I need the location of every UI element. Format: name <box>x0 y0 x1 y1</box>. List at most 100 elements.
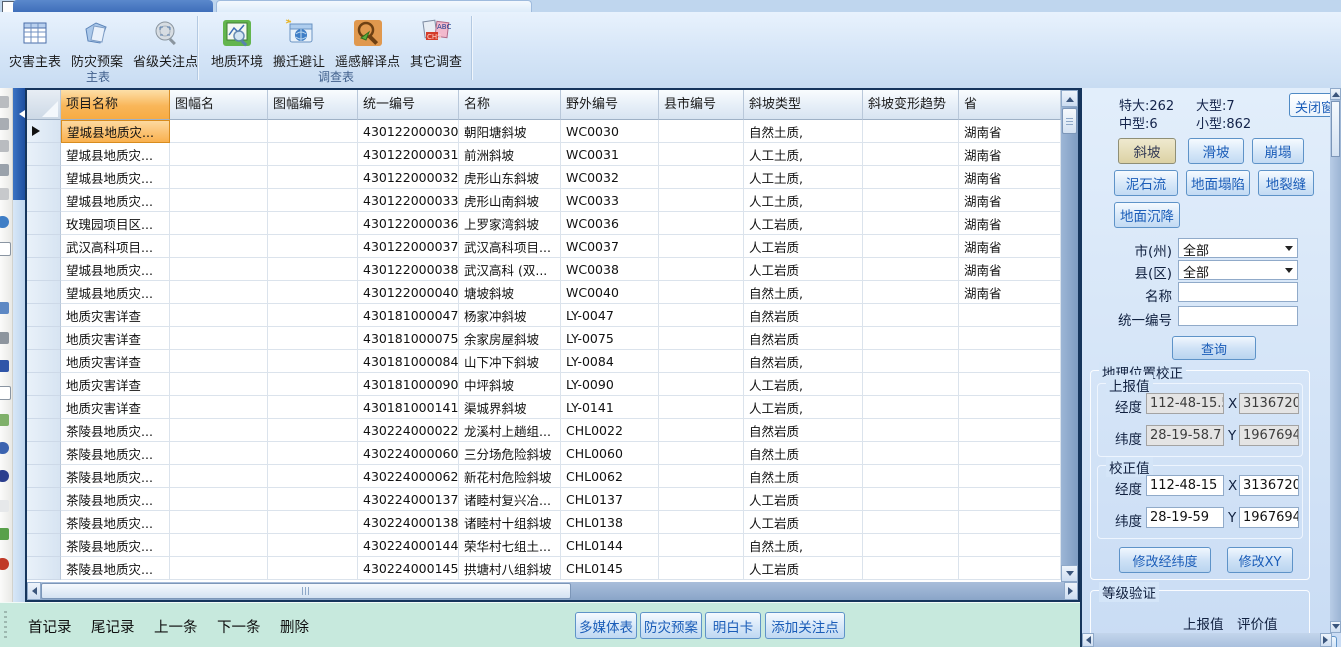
table-cell[interactable]: LY-0075 <box>561 327 659 350</box>
table-cell[interactable]: WC0033 <box>561 189 659 212</box>
scroll-down-button[interactable] <box>1061 565 1078 582</box>
table-cell[interactable]: 渠城界斜坡 <box>459 396 561 419</box>
disaster-main-table-button[interactable]: 灾害主表 <box>4 16 66 71</box>
table-cell[interactable]: 塘坡斜坡 <box>459 281 561 304</box>
row-selector[interactable] <box>27 258 61 281</box>
table-cell[interactable]: 430122000030 <box>358 120 459 143</box>
table-cell[interactable] <box>170 166 268 189</box>
column-header[interactable]: 野外编号 <box>561 90 659 120</box>
row-selector[interactable] <box>27 281 61 304</box>
table-row[interactable]: 望城县地质灾...430122000040塘坡斜坡WC0040自然土质,湖南省 <box>27 281 1061 304</box>
table-cell[interactable]: CHL0062 <box>561 465 659 488</box>
left-toolbar-list-icon[interactable] <box>0 360 9 372</box>
table-cell[interactable] <box>170 442 268 465</box>
table-cell[interactable] <box>268 419 358 442</box>
table-cell[interactable] <box>170 327 268 350</box>
table-row[interactable]: 地质灾害详查430181000141渠城界斜坡LY-0141人工岩质, <box>27 396 1061 419</box>
table-cell[interactable] <box>959 350 1061 373</box>
table-cell[interactable] <box>959 511 1061 534</box>
table-cell[interactable]: 朝阳塘斜坡 <box>459 120 561 143</box>
disaster-type-button[interactable]: 地裂缝 <box>1258 170 1314 196</box>
table-cell[interactable]: 湖南省 <box>959 143 1061 166</box>
table-cell[interactable]: 湖南省 <box>959 189 1061 212</box>
table-cell[interactable]: WC0036 <box>561 212 659 235</box>
table-cell[interactable]: WC0037 <box>561 235 659 258</box>
table-cell[interactable]: 虎形山东斜坡 <box>459 166 561 189</box>
table-cell[interactable] <box>863 212 959 235</box>
collapsed-panel-bar[interactable] <box>13 88 25 200</box>
left-toolbar-page-icon[interactable] <box>0 386 11 400</box>
column-header[interactable]: 项目名称 <box>61 90 170 120</box>
table-cell[interactable] <box>863 373 959 396</box>
table-cell[interactable]: CHL0137 <box>561 488 659 511</box>
table-cell[interactable]: LY-0047 <box>561 304 659 327</box>
left-toolbar-icon[interactable] <box>0 528 9 540</box>
table-cell[interactable] <box>170 304 268 327</box>
table-row[interactable]: 茶陵县地质灾...430224000145拱塘村八组斜坡CHL0145人工岩质 <box>27 557 1061 580</box>
table-row[interactable]: 玫瑰园项目区...430122000036上罗家湾斜坡WC0036人工岩质,湖南… <box>27 212 1061 235</box>
table-cell[interactable]: 湖南省 <box>959 281 1061 304</box>
row-selector[interactable] <box>27 534 61 557</box>
table-cell[interactable]: 人工岩质 <box>744 235 863 258</box>
table-cell[interactable]: 自然土质 <box>744 465 863 488</box>
table-cell[interactable] <box>659 488 744 511</box>
left-toolbar-icon[interactable] <box>0 164 9 176</box>
column-header[interactable]: 县市编号 <box>659 90 744 120</box>
table-cell[interactable] <box>959 557 1061 580</box>
table-cell[interactable]: 430224000062 <box>358 465 459 488</box>
corrected-y-input[interactable]: 19676945 <box>1239 507 1299 528</box>
table-cell[interactable]: 自然岩质 <box>744 304 863 327</box>
previous-record-button[interactable]: 上一条 <box>154 616 198 637</box>
table-cell[interactable]: 人工土质, <box>744 189 863 212</box>
table-cell[interactable]: 自然土质, <box>744 534 863 557</box>
table-cell[interactable] <box>170 557 268 580</box>
table-cell[interactable] <box>170 189 268 212</box>
scroll-right-button[interactable] <box>1064 582 1078 600</box>
row-selector[interactable] <box>27 120 61 143</box>
table-cell[interactable]: 人工岩质, <box>744 396 863 419</box>
table-row[interactable]: 茶陵县地质灾...430224000060三分场危险斜坡CHL0060自然土质 <box>27 442 1061 465</box>
corrected-lon-input[interactable]: 112-48-15 <box>1146 475 1224 496</box>
panel-vertical-scrollbar[interactable] <box>1330 88 1341 633</box>
row-selector[interactable] <box>27 143 61 166</box>
table-cell[interactable] <box>268 258 358 281</box>
table-cell[interactable]: 望城县地质灾... <box>61 281 170 304</box>
disaster-type-button[interactable]: 地面塌陷 <box>1186 170 1250 196</box>
table-row[interactable]: 茶陵县地质灾...430224000144荣华村七组土...CHL0144自然土… <box>27 534 1061 557</box>
left-toolbar-icon[interactable] <box>0 332 9 344</box>
table-row[interactable]: 茶陵县地质灾...430224000062新花村危险斜坡CHL0062自然土质 <box>27 465 1061 488</box>
table-cell[interactable]: 虎形山南斜坡 <box>459 189 561 212</box>
table-cell[interactable] <box>170 396 268 419</box>
table-cell[interactable] <box>170 488 268 511</box>
table-cell[interactable] <box>268 465 358 488</box>
name-input[interactable] <box>1178 282 1298 302</box>
table-cell[interactable]: 430122000038 <box>358 258 459 281</box>
table-cell[interactable] <box>170 419 268 442</box>
table-cell[interactable]: 前洲斜坡 <box>459 143 561 166</box>
column-header[interactable]: 名称 <box>459 90 561 120</box>
table-cell[interactable] <box>659 235 744 258</box>
table-cell[interactable]: 人工土质, <box>744 166 863 189</box>
query-button[interactable]: 查询 <box>1172 336 1256 360</box>
row-selector[interactable] <box>27 350 61 373</box>
table-row[interactable]: 望城县地质灾...430122000033虎形山南斜坡WC0033人工土质,湖南… <box>27 189 1061 212</box>
table-cell[interactable] <box>863 488 959 511</box>
table-cell[interactable]: 自然土质, <box>744 120 863 143</box>
table-row[interactable]: 茶陵县地质灾...430224000022龙溪村上趟组...CHL0022自然岩… <box>27 419 1061 442</box>
table-cell[interactable] <box>268 212 358 235</box>
table-cell[interactable]: 430122000033 <box>358 189 459 212</box>
county-select[interactable]: 全部 <box>1178 260 1298 280</box>
left-toolbar-icon[interactable] <box>0 118 9 130</box>
panel-splitter[interactable] <box>13 88 25 602</box>
table-cell[interactable]: WC0032 <box>561 166 659 189</box>
table-cell[interactable] <box>659 327 744 350</box>
row-selector[interactable] <box>27 189 61 212</box>
city-select[interactable]: 全部 <box>1178 238 1298 258</box>
table-cell[interactable] <box>268 373 358 396</box>
table-cell[interactable]: WC0031 <box>561 143 659 166</box>
table-cell[interactable]: 山下冲下斜坡 <box>459 350 561 373</box>
table-cell[interactable] <box>659 557 744 580</box>
left-toolbar-icon[interactable] <box>0 140 9 152</box>
table-cell[interactable] <box>170 143 268 166</box>
scroll-up-button[interactable] <box>1061 90 1078 107</box>
